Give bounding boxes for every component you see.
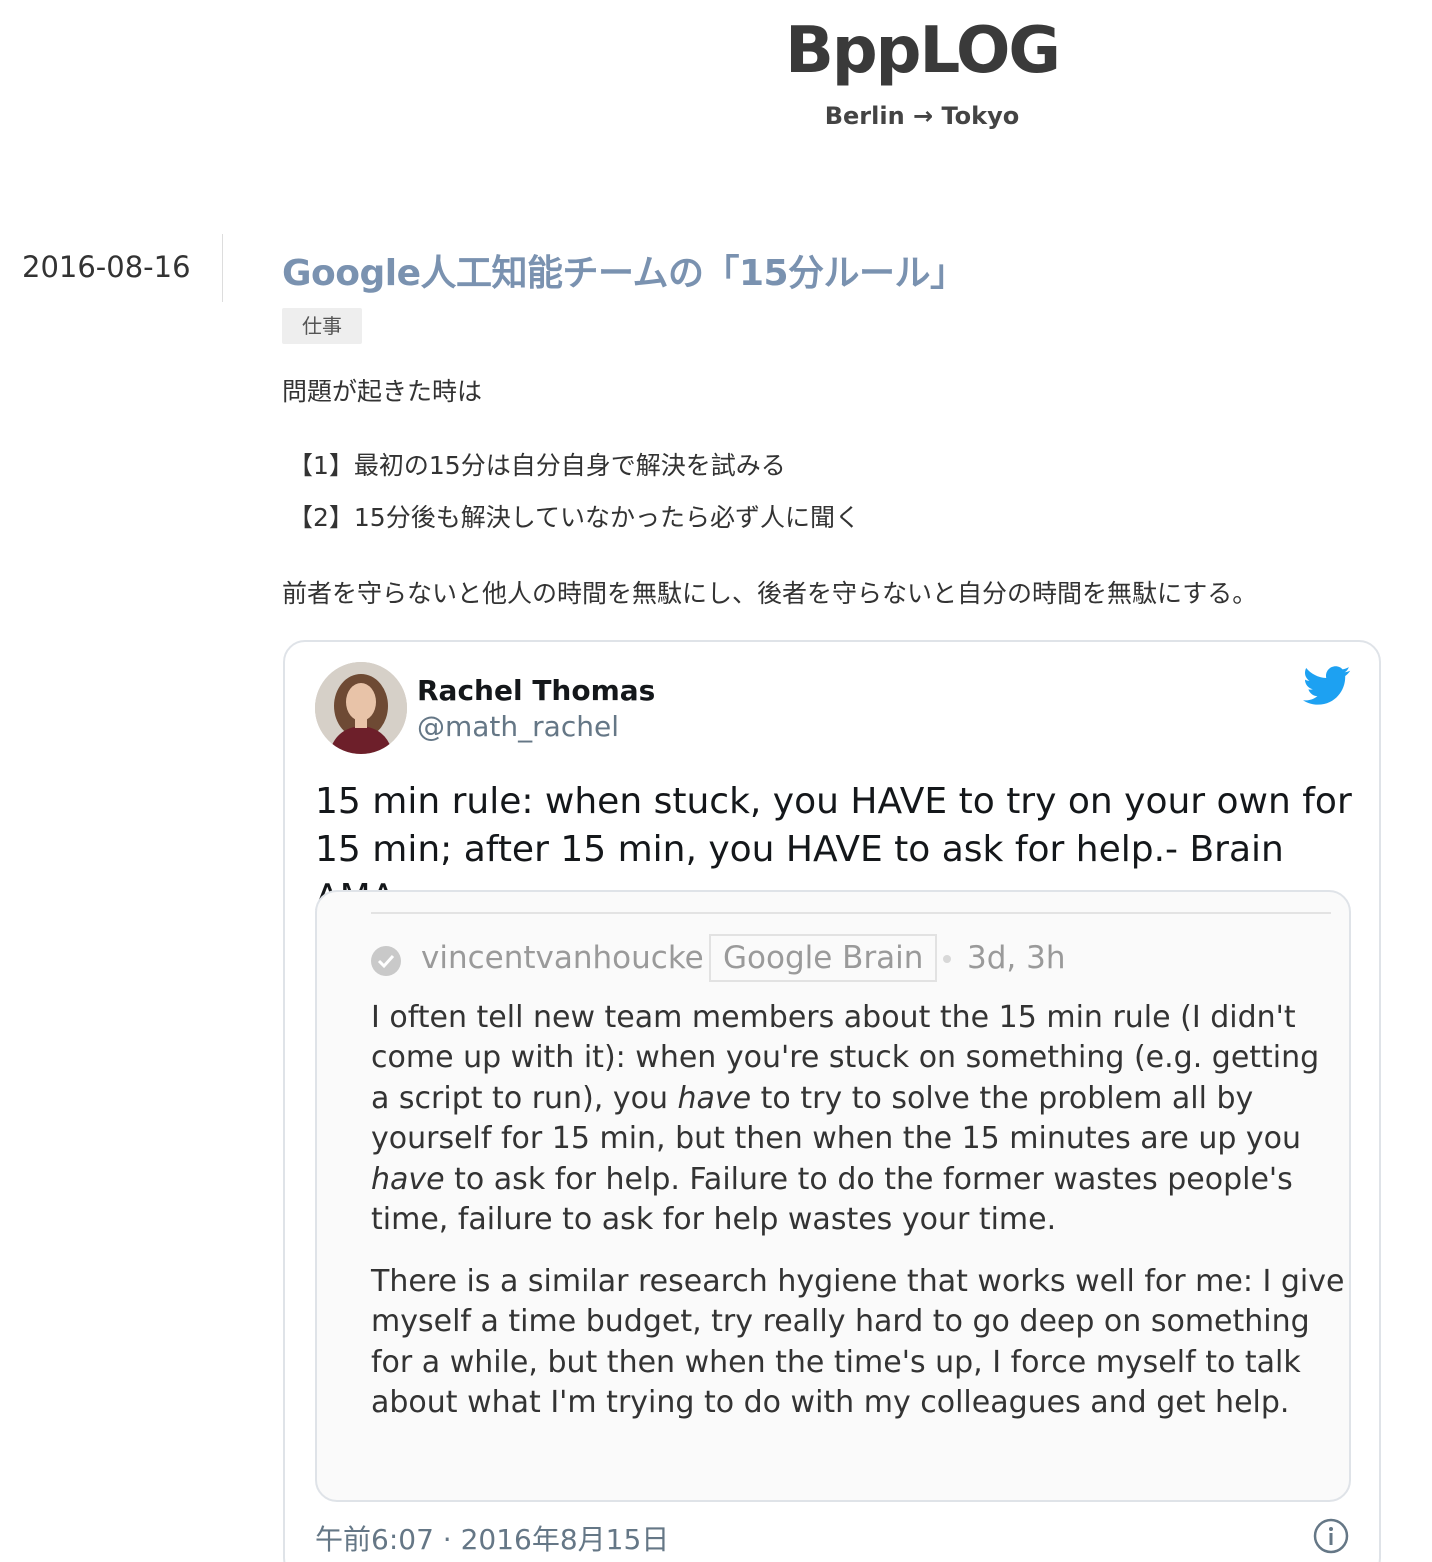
- post-conclusion: 前者を守らないと他人の時間を無駄にし、後者を守らないと自分の時間を無駄にする。: [282, 579, 1258, 608]
- tweet-author-handle[interactable]: @math_rachel: [417, 710, 619, 743]
- post-title-link[interactable]: Google人工知能チームの「15分ルール」: [282, 244, 1382, 296]
- media-divider: [371, 912, 1331, 914]
- site-title[interactable]: BppLOG: [722, 14, 1122, 88]
- category-tag[interactable]: 仕事: [282, 308, 362, 344]
- twitter-bird-icon[interactable]: [1303, 666, 1351, 706]
- site-subtitle: Berlin → Tokyo: [824, 102, 1020, 130]
- list-item: 【2】15分後も解決していなかったら必ず人に聞く: [288, 503, 860, 532]
- embedded-tweet[interactable]: Rachel Thomas @math_rachel 15 min rule: …: [283, 640, 1381, 1562]
- date-divider: [222, 234, 223, 302]
- tweet-author-name[interactable]: Rachel Thomas: [417, 674, 655, 707]
- separator-dot: [943, 955, 951, 963]
- site-header: BppLOG Berlin → Tokyo: [0, 0, 1432, 150]
- post-date: 2016-08-16: [22, 250, 191, 284]
- media-badge: Google Brain: [709, 934, 938, 982]
- post-intro: 問題が起きた時は: [282, 377, 483, 406]
- verified-check-icon: [371, 946, 401, 976]
- tweet-timestamp[interactable]: 午前6:07 · 2016年8月15日: [315, 1518, 669, 1558]
- avatar[interactable]: [315, 662, 407, 754]
- tweet-media-image[interactable]: vincentvanhoucke Google Brain 3d, 3h I o…: [315, 890, 1351, 1502]
- media-username: vincentvanhoucke: [421, 940, 704, 976]
- list-item: 【1】最初の15分は自分自身で解決を試みる: [288, 451, 786, 480]
- media-paragraph: There is a similar research hygiene that…: [371, 1264, 1345, 1421]
- media-time: 3d, 3h: [967, 940, 1066, 976]
- info-icon[interactable]: [1313, 1518, 1349, 1554]
- media-paragraph: I often tell new team members about the …: [371, 1000, 1320, 1238]
